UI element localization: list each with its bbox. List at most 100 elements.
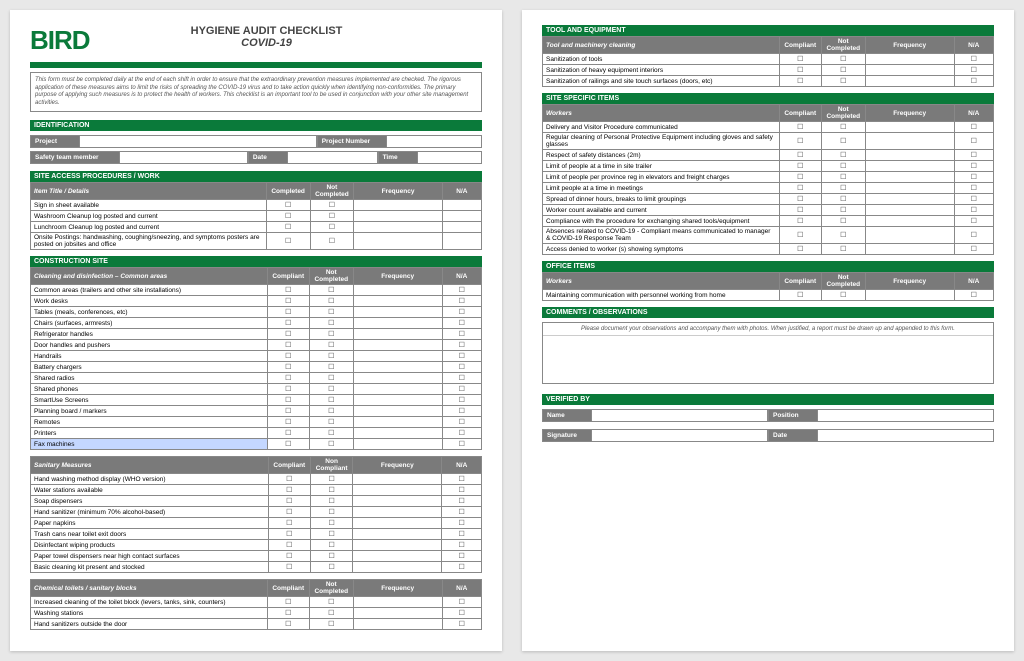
checkbox-compliant[interactable] (779, 227, 821, 244)
cell-frequency[interactable] (353, 439, 442, 450)
checkbox-not-completed[interactable] (821, 122, 865, 133)
checkbox-na[interactable] (954, 244, 993, 255)
cell-frequency[interactable] (865, 76, 954, 87)
checkbox-na[interactable] (442, 233, 481, 250)
checkbox-na[interactable] (442, 285, 481, 296)
checkbox-na[interactable] (442, 496, 482, 507)
checkbox-not-completed[interactable] (310, 474, 352, 485)
checkbox-compliant[interactable] (267, 597, 309, 608)
checkbox-compliant[interactable] (266, 233, 310, 250)
checkbox-na[interactable] (442, 529, 482, 540)
checkbox-not-completed[interactable] (310, 562, 352, 573)
checkbox-na[interactable] (442, 474, 482, 485)
input-project[interactable] (80, 135, 317, 148)
checkbox-na[interactable] (954, 133, 993, 150)
cell-frequency[interactable] (353, 518, 442, 529)
checkbox-not-completed[interactable] (310, 518, 352, 529)
cell-frequency[interactable] (353, 485, 442, 496)
input-time[interactable] (418, 151, 482, 164)
checkbox-not-completed[interactable] (309, 307, 353, 318)
checkbox-na[interactable] (442, 439, 481, 450)
checkbox-na[interactable] (442, 619, 481, 630)
input-verified-date[interactable] (818, 429, 994, 442)
checkbox-not-completed[interactable] (310, 233, 354, 250)
checkbox-compliant[interactable] (268, 474, 310, 485)
checkbox-na[interactable] (442, 222, 481, 233)
checkbox-na[interactable] (442, 384, 481, 395)
checkbox-na[interactable] (442, 597, 481, 608)
checkbox-compliant[interactable] (267, 329, 309, 340)
checkbox-not-completed[interactable] (821, 205, 865, 216)
cell-frequency[interactable] (353, 417, 442, 428)
input-position[interactable] (818, 409, 994, 422)
checkbox-na[interactable] (442, 329, 481, 340)
checkbox-na[interactable] (442, 362, 481, 373)
comments-box[interactable]: Please document your observations and ac… (542, 322, 994, 384)
checkbox-not-completed[interactable] (821, 161, 865, 172)
cell-frequency[interactable] (353, 428, 442, 439)
cell-frequency[interactable] (353, 474, 442, 485)
checkbox-compliant[interactable] (267, 307, 309, 318)
cell-frequency[interactable] (353, 608, 442, 619)
checkbox-na[interactable] (954, 183, 993, 194)
checkbox-compliant[interactable] (267, 417, 309, 428)
checkbox-na[interactable] (442, 200, 481, 211)
checkbox-not-completed[interactable] (821, 172, 865, 183)
checkbox-compliant[interactable] (267, 362, 309, 373)
checkbox-na[interactable] (442, 406, 481, 417)
cell-frequency[interactable] (354, 222, 442, 233)
cell-frequency[interactable] (865, 122, 954, 133)
checkbox-not-completed[interactable] (821, 54, 865, 65)
cell-frequency[interactable] (353, 307, 442, 318)
checkbox-compliant[interactable] (779, 194, 821, 205)
checkbox-na[interactable] (442, 307, 481, 318)
cell-frequency[interactable] (865, 194, 954, 205)
checkbox-not-completed[interactable] (310, 200, 354, 211)
checkbox-not-completed[interactable] (310, 222, 354, 233)
checkbox-not-completed[interactable] (309, 362, 353, 373)
cell-frequency[interactable] (865, 172, 954, 183)
cell-frequency[interactable] (353, 329, 442, 340)
checkbox-not-completed[interactable] (309, 406, 353, 417)
checkbox-compliant[interactable] (267, 351, 309, 362)
checkbox-na[interactable] (442, 296, 481, 307)
input-name[interactable] (592, 409, 768, 422)
checkbox-compliant[interactable] (268, 551, 310, 562)
checkbox-na[interactable] (442, 540, 482, 551)
checkbox-na[interactable] (442, 340, 481, 351)
checkbox-not-completed[interactable] (309, 340, 353, 351)
checkbox-compliant[interactable] (779, 172, 821, 183)
checkbox-na[interactable] (442, 518, 482, 529)
cell-frequency[interactable] (353, 562, 442, 573)
cell-frequency[interactable] (865, 133, 954, 150)
checkbox-compliant[interactable] (268, 485, 310, 496)
cell-frequency[interactable] (865, 65, 954, 76)
checkbox-compliant[interactable] (779, 290, 821, 301)
checkbox-na[interactable] (442, 211, 481, 222)
checkbox-not-completed[interactable] (309, 417, 353, 428)
checkbox-na[interactable] (442, 373, 481, 384)
cell-frequency[interactable] (865, 244, 954, 255)
checkbox-compliant[interactable] (267, 439, 309, 450)
cell-frequency[interactable] (865, 227, 954, 244)
checkbox-na[interactable] (442, 428, 481, 439)
checkbox-na[interactable] (954, 227, 993, 244)
checkbox-not-completed[interactable] (821, 194, 865, 205)
checkbox-not-completed[interactable] (309, 329, 353, 340)
checkbox-not-completed[interactable] (821, 216, 865, 227)
cell-frequency[interactable] (353, 340, 442, 351)
checkbox-not-completed[interactable] (309, 351, 353, 362)
checkbox-na[interactable] (954, 54, 993, 65)
cell-frequency[interactable] (353, 551, 442, 562)
checkbox-compliant[interactable] (268, 540, 310, 551)
cell-frequency[interactable] (353, 296, 442, 307)
checkbox-compliant[interactable] (267, 340, 309, 351)
checkbox-compliant[interactable] (779, 76, 821, 87)
checkbox-compliant[interactable] (267, 318, 309, 329)
checkbox-compliant[interactable] (779, 244, 821, 255)
checkbox-not-completed[interactable] (821, 65, 865, 76)
checkbox-not-completed[interactable] (310, 496, 352, 507)
cell-frequency[interactable] (354, 211, 442, 222)
cell-frequency[interactable] (353, 351, 442, 362)
checkbox-not-completed[interactable] (821, 183, 865, 194)
